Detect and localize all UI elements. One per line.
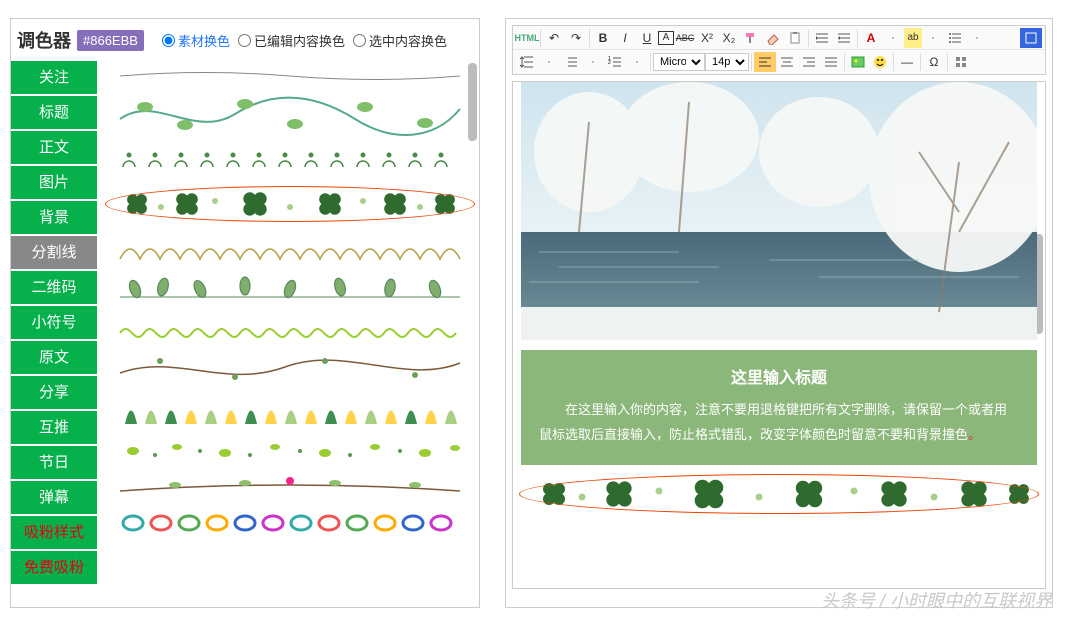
omega-button[interactable]: Ω (923, 52, 945, 72)
watermark-text: 头条号 / 小时眼中的互联视界 (821, 587, 1052, 613)
subscript-button[interactable]: X₂ (718, 28, 740, 48)
sidebar-image[interactable]: 图片 (11, 166, 97, 199)
divider-item-8[interactable] (107, 349, 473, 387)
editor-content[interactable]: 这里输入标题 在这里输入你的内容，注意不要用退格键把所有文字删除，请保留一个或者… (512, 81, 1046, 589)
list-icon[interactable] (944, 28, 966, 48)
palette-header: 调色器 #866EBB 素材换色 已编辑内容换色 选中内容换色 (11, 19, 479, 61)
hero-image (521, 82, 1037, 340)
sidebar-festival[interactable]: 节日 (11, 446, 97, 479)
divider-item-9[interactable] (107, 389, 473, 431)
hr-button[interactable]: — (896, 52, 918, 72)
more-icon[interactable] (950, 52, 972, 72)
recolor-radio-group: 素材换色 已编辑内容换色 选中内容换色 (162, 31, 447, 50)
sidebar-title[interactable]: 标题 (11, 96, 97, 129)
divider-item-1[interactable] (107, 65, 473, 87)
divider-item-2[interactable] (107, 89, 473, 139)
strike-button[interactable]: ABC (674, 28, 696, 48)
bold-button[interactable]: B (592, 28, 614, 48)
align-right-icon[interactable] (798, 52, 820, 72)
italic-button[interactable]: I (614, 28, 636, 48)
sidebar-body[interactable]: 正文 (11, 131, 97, 164)
undo-icon[interactable]: ↶ (543, 28, 565, 48)
toolbar-row-2: ▾ ▾ 12 ▾ MicroS 14px — Ω (513, 50, 1045, 74)
align-center-icon[interactable] (776, 52, 798, 72)
divider-item-7[interactable] (107, 313, 473, 347)
font-family-select[interactable]: MicroS (653, 53, 705, 71)
sidebar-share[interactable]: 分享 (11, 376, 97, 409)
toolbar-row-1: HTML ↶ ↷ B I U A ABC X² X₂ A ▾ ab ▾ ▾ (513, 26, 1045, 50)
sidebar-symbol[interactable]: 小符号 (11, 306, 97, 339)
divider-item-10[interactable] (107, 433, 473, 467)
material-panel: 调色器 #866EBB 素材换色 已编辑内容换色 选中内容换色 关注 标题 正文… (10, 18, 480, 608)
editor-toolbar: HTML ↶ ↷ B I U A ABC X² X₂ A ▾ ab ▾ ▾ (512, 25, 1046, 75)
sidebar-fanstyle[interactable]: 吸粉样式 (11, 516, 97, 549)
radio-material[interactable]: 素材换色 (162, 31, 230, 50)
palette-label: 调色器 (17, 27, 71, 53)
content-block[interactable]: 这里输入标题 在这里输入你的内容，注意不要用退格键把所有文字删除，请保留一个或者… (521, 350, 1037, 465)
sidebar-background[interactable]: 背景 (11, 201, 97, 234)
eraser-icon[interactable] (762, 28, 784, 48)
selection-highlight-icon (105, 186, 475, 222)
color-swatch[interactable]: #866EBB (77, 30, 144, 51)
clipboard-icon[interactable] (784, 28, 806, 48)
align-justify-icon[interactable] (820, 52, 842, 72)
sidebar-barrage[interactable]: 弹幕 (11, 481, 97, 514)
sidebar-follow[interactable]: 关注 (11, 61, 97, 94)
font-box-button[interactable]: A (658, 31, 674, 45)
line-height-icon[interactable] (516, 52, 538, 72)
forecolor-button[interactable]: A (860, 28, 882, 48)
font-size-select[interactable]: 14px (705, 53, 749, 71)
category-sidebar: 关注 标题 正文 图片 背景 分割线 二维码 小符号 原文 分享 互推 节日 弹… (11, 61, 97, 603)
sidebar-qrcode[interactable]: 二维码 (11, 271, 97, 304)
indent-icon[interactable] (811, 28, 833, 48)
divider-item-3[interactable] (107, 141, 473, 177)
outdent-icon[interactable] (833, 28, 855, 48)
content-title[interactable]: 这里输入标题 (539, 364, 1019, 388)
align-left-icon[interactable] (754, 52, 776, 72)
image-icon[interactable] (847, 52, 869, 72)
svg-text:2: 2 (608, 60, 611, 66)
html-button[interactable]: HTML (516, 28, 538, 48)
underline-button[interactable]: U (636, 28, 658, 48)
format-painter-icon[interactable] (740, 28, 762, 48)
backcolor-button[interactable]: ab (904, 28, 922, 48)
ul-icon[interactable] (560, 52, 582, 72)
fullscreen-icon[interactable] (1020, 28, 1042, 48)
sidebar-source[interactable]: 原文 (11, 341, 97, 374)
inserted-divider[interactable] (521, 471, 1037, 517)
emoji-icon[interactable] (869, 52, 891, 72)
divider-item-4[interactable] (107, 179, 473, 229)
ol-icon[interactable]: 12 (604, 52, 626, 72)
editor-panel: HTML ↶ ↷ B I U A ABC X² X₂ A ▾ ab ▾ ▾ (505, 18, 1053, 608)
divider-list (97, 61, 479, 603)
divider-item-6[interactable] (107, 267, 473, 311)
redo-icon[interactable]: ↷ (565, 28, 587, 48)
content-body[interactable]: 在这里输入你的内容，注意不要用退格键把所有文字删除，请保留一个或者用鼠标选取后直… (539, 398, 1019, 447)
divider-item-5[interactable] (107, 231, 473, 265)
sidebar-exchange[interactable]: 互推 (11, 411, 97, 444)
sidebar-freefan[interactable]: 免费吸粉 (11, 551, 97, 584)
divider-item-11[interactable] (107, 469, 473, 505)
sidebar-divider[interactable]: 分割线 (11, 236, 97, 269)
radio-selected[interactable]: 选中内容换色 (353, 31, 447, 50)
superscript-button[interactable]: X² (696, 28, 718, 48)
radio-edited[interactable]: 已编辑内容换色 (238, 31, 345, 50)
divider-item-12[interactable] (107, 507, 473, 537)
